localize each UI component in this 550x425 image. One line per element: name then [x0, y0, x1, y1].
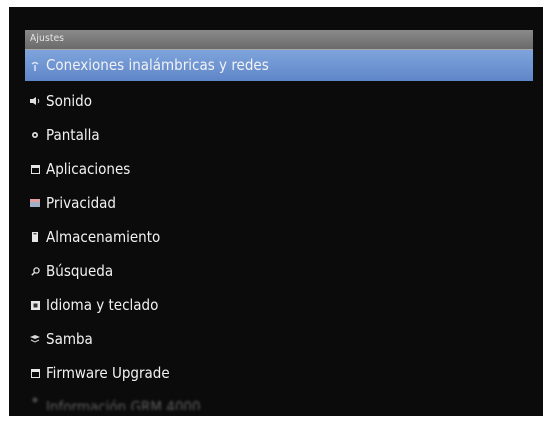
- menu-item-search[interactable]: Búsqueda: [25, 254, 533, 288]
- wifi-icon: [30, 61, 40, 71]
- menu-item-label: Conexiones inalámbricas y redes: [46, 56, 269, 74]
- menu-item-label: Pantalla: [46, 126, 100, 144]
- firmware-icon: [30, 368, 40, 378]
- speaker-icon: [30, 96, 40, 106]
- storage-icon: [30, 232, 40, 242]
- menu-item-language-keyboard[interactable]: Idioma y teclado: [25, 288, 533, 322]
- menu-item-label: Samba: [46, 330, 93, 348]
- menu-item-wireless-networks[interactable]: Conexiones inalámbricas y redes: [25, 50, 533, 81]
- search-icon: [30, 266, 40, 276]
- tv-screen: Ajustes Conexiones inalámbricas y redes …: [9, 7, 543, 416]
- menu-item-sound[interactable]: Sonido: [25, 84, 533, 118]
- menu-item-storage[interactable]: Almacenamiento: [25, 220, 533, 254]
- privacy-icon: [30, 198, 40, 208]
- menu-item-display[interactable]: Pantalla: [25, 118, 533, 152]
- menu-item-privacy[interactable]: Privacidad: [25, 186, 533, 220]
- menu-item-label: Firmware Upgrade: [46, 364, 170, 382]
- brightness-icon: [30, 130, 40, 140]
- language-icon: [30, 300, 40, 310]
- menu-item-label: Privacidad: [46, 194, 116, 212]
- settings-title: Ajustes: [30, 33, 65, 44]
- settings-menu: Conexiones inalámbricas y redes Sonido P…: [25, 50, 533, 410]
- samba-icon: [30, 334, 40, 344]
- menu-item-samba[interactable]: Samba: [25, 322, 533, 356]
- apps-icon: [30, 164, 40, 174]
- menu-item-label: Aplicaciones: [46, 160, 131, 178]
- menu-item-firmware-upgrade[interactable]: Firmware Upgrade: [25, 356, 533, 390]
- info-icon: [30, 395, 40, 405]
- menu-item-information[interactable]: Información GRM 4000: [25, 390, 533, 410]
- menu-item-label: Información GRM 4000: [46, 398, 201, 410]
- settings-title-bar: Ajustes: [25, 30, 533, 50]
- menu-item-applications[interactable]: Aplicaciones: [25, 152, 533, 186]
- menu-item-label: Almacenamiento: [46, 228, 161, 246]
- menu-item-label: Idioma y teclado: [46, 296, 159, 314]
- menu-item-label: Sonido: [46, 92, 92, 110]
- menu-item-label: Búsqueda: [46, 262, 114, 280]
